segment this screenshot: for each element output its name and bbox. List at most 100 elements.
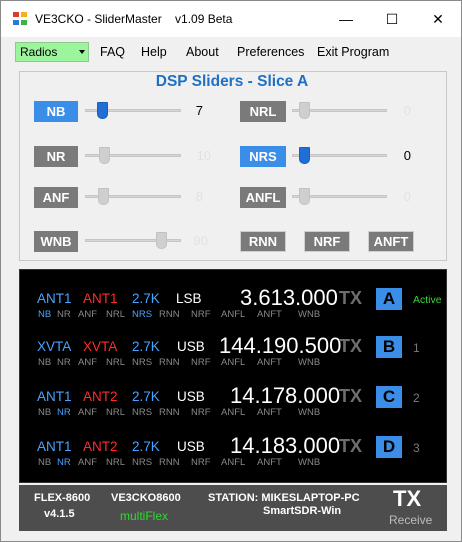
slice-dsp-flag: WNB [298,407,321,418]
tx-antenna[interactable]: XVTA [83,339,117,354]
anfl-value: 0 [403,189,411,204]
slice-tx-button[interactable]: TX [339,288,362,309]
slice-dsp-flag: NR [57,309,71,320]
radio-model: FLEX-8600 [34,492,91,504]
filter-bandwidth[interactable]: 2.7K [132,389,160,404]
tx-indicator[interactable]: TX [393,486,421,512]
anf-button[interactable]: ANF [34,187,78,208]
slice-dsp-flag: NRL [106,407,126,418]
slice-mode[interactable]: USB [177,389,205,404]
close-icon[interactable]: ✕ [415,1,461,37]
slice-dsp-flag: NB [38,407,52,418]
slice-letter-button[interactable]: D [376,436,402,458]
slice-letter-button[interactable]: B [376,336,402,358]
multiflex-status: multiFlex [120,509,169,523]
wnb-slider-thumb[interactable] [155,232,167,249]
nb-value: 7 [195,103,203,118]
nrs-button[interactable]: NRS [240,146,286,167]
nr-value: 10 [196,148,211,163]
rx-antenna[interactable]: ANT1 [37,291,72,306]
rx-antenna[interactable]: ANT1 [37,439,72,454]
slice-dsp-flag: ANFT [257,407,282,418]
slice-dsp-flag: NRF [191,407,211,418]
slice-tx-button[interactable]: TX [339,436,362,457]
menu-about[interactable]: About [186,45,219,59]
slice-dsp-flag: ANF [78,309,97,320]
slice-tx-button[interactable]: TX [339,386,362,407]
maximize-icon[interactable]: ☐ [369,1,415,37]
nb-slider-thumb[interactable] [96,102,108,119]
slice-dsp-flag: NRF [191,357,211,368]
slice-dsp-flag: ANF [78,357,97,368]
slice-dsp-flag: NRS [132,357,153,368]
slice-index: 1 [413,341,420,355]
nr-button[interactable]: NR [34,146,78,167]
slice-dsp-flag: NRS [132,407,153,418]
nrs-slider-thumb[interactable] [299,147,310,164]
radios-dropdown[interactable]: Radios [15,42,89,62]
nr-slider-thumb[interactable] [99,147,111,164]
slice-frequency[interactable]: 3.613.000 [240,285,338,311]
slice-frequency[interactable]: 14.178.000 [230,383,340,409]
slice-dsp-flag: NB [38,457,52,468]
slice-dsp-flag: NB [38,357,52,368]
slice-dsp-flag: NR [57,457,71,468]
client-name: SmartSDR-Win [263,505,342,517]
slice-dsp-flag: WNB [298,309,321,320]
menu-help[interactable]: Help [141,45,167,59]
anfl-button[interactable]: ANFL [240,187,286,208]
rx-antenna[interactable]: ANT1 [37,389,72,404]
nrl-button[interactable]: NRL [240,101,286,122]
slice-mode[interactable]: USB [177,439,205,454]
nrl-slider-thumb[interactable] [299,102,310,119]
filter-bandwidth[interactable]: 2.7K [132,339,160,354]
slice-dsp-flag: ANFL [221,457,246,468]
radio-version: v4.1.5 [44,508,75,520]
slice-tx-button[interactable]: TX [339,336,362,357]
menu-faq[interactable]: FAQ [100,45,125,59]
nrf-button[interactable]: NRF [304,231,350,252]
slice-dsp-flag: NRF [191,457,211,468]
tx-antenna[interactable]: ANT2 [83,389,118,404]
anft-button[interactable]: ANFT [368,231,414,252]
slice-letter-button[interactable]: C [376,386,402,408]
nrl-value: 0 [403,103,411,118]
rx-antenna[interactable]: XVTA [37,339,71,354]
minimize-icon[interactable]: — [323,1,369,37]
anf-slider-thumb[interactable] [97,188,109,205]
nrs-value: 0 [403,148,411,163]
slice-dsp-flag: NRL [106,357,126,368]
menu-exit-program[interactable]: Exit Program [317,45,389,59]
slice-dsp-flag: RNN [159,357,180,368]
chevron-down-icon [79,50,85,54]
slice-dsp-flag: NR [57,357,71,368]
slice-frequency[interactable]: 14.183.000 [230,433,340,459]
station-name: STATION: MIKESLAPTOP-PC [208,492,360,504]
anf-value: 8 [195,189,203,204]
wnb-value: 90 [193,233,208,248]
slice-dsp-flag: RNN [159,407,180,418]
tx-antenna[interactable]: ANT2 [83,439,118,454]
slice-mode[interactable]: LSB [176,291,202,306]
rnn-button[interactable]: RNN [240,231,286,252]
slice-dsp-flag: NRS [132,309,153,320]
app-window: VE3CKO - SliderMaster v1.09 Beta — ☐ ✕ R… [0,0,462,542]
slice-mode[interactable]: USB [177,339,205,354]
filter-bandwidth[interactable]: 2.7K [132,439,160,454]
radios-dropdown-value: Radios [20,45,58,59]
station-callsign: VE3CKO8600 [111,492,181,504]
slice-dsp-flag: NRS [132,457,153,468]
slice-active-status: Active [413,294,442,306]
slice-letter-button[interactable]: A [376,288,402,310]
tx-antenna[interactable]: ANT1 [83,291,118,306]
slice-dsp-flag: ANFL [221,357,246,368]
filter-bandwidth[interactable]: 2.7K [132,291,160,306]
anfl-slider-thumb[interactable] [299,188,310,205]
menu-preferences[interactable]: Preferences [237,45,304,59]
slice-frequency[interactable]: 144.190.500 [219,333,341,359]
wnb-button[interactable]: WNB [34,231,78,252]
slice-dsp-flag: ANFT [257,457,282,468]
slice-dsp-flag: RNN [159,309,180,320]
window-title: VE3CKO - SliderMaster v1.09 Beta [35,12,233,26]
nb-button[interactable]: NB [34,101,78,122]
